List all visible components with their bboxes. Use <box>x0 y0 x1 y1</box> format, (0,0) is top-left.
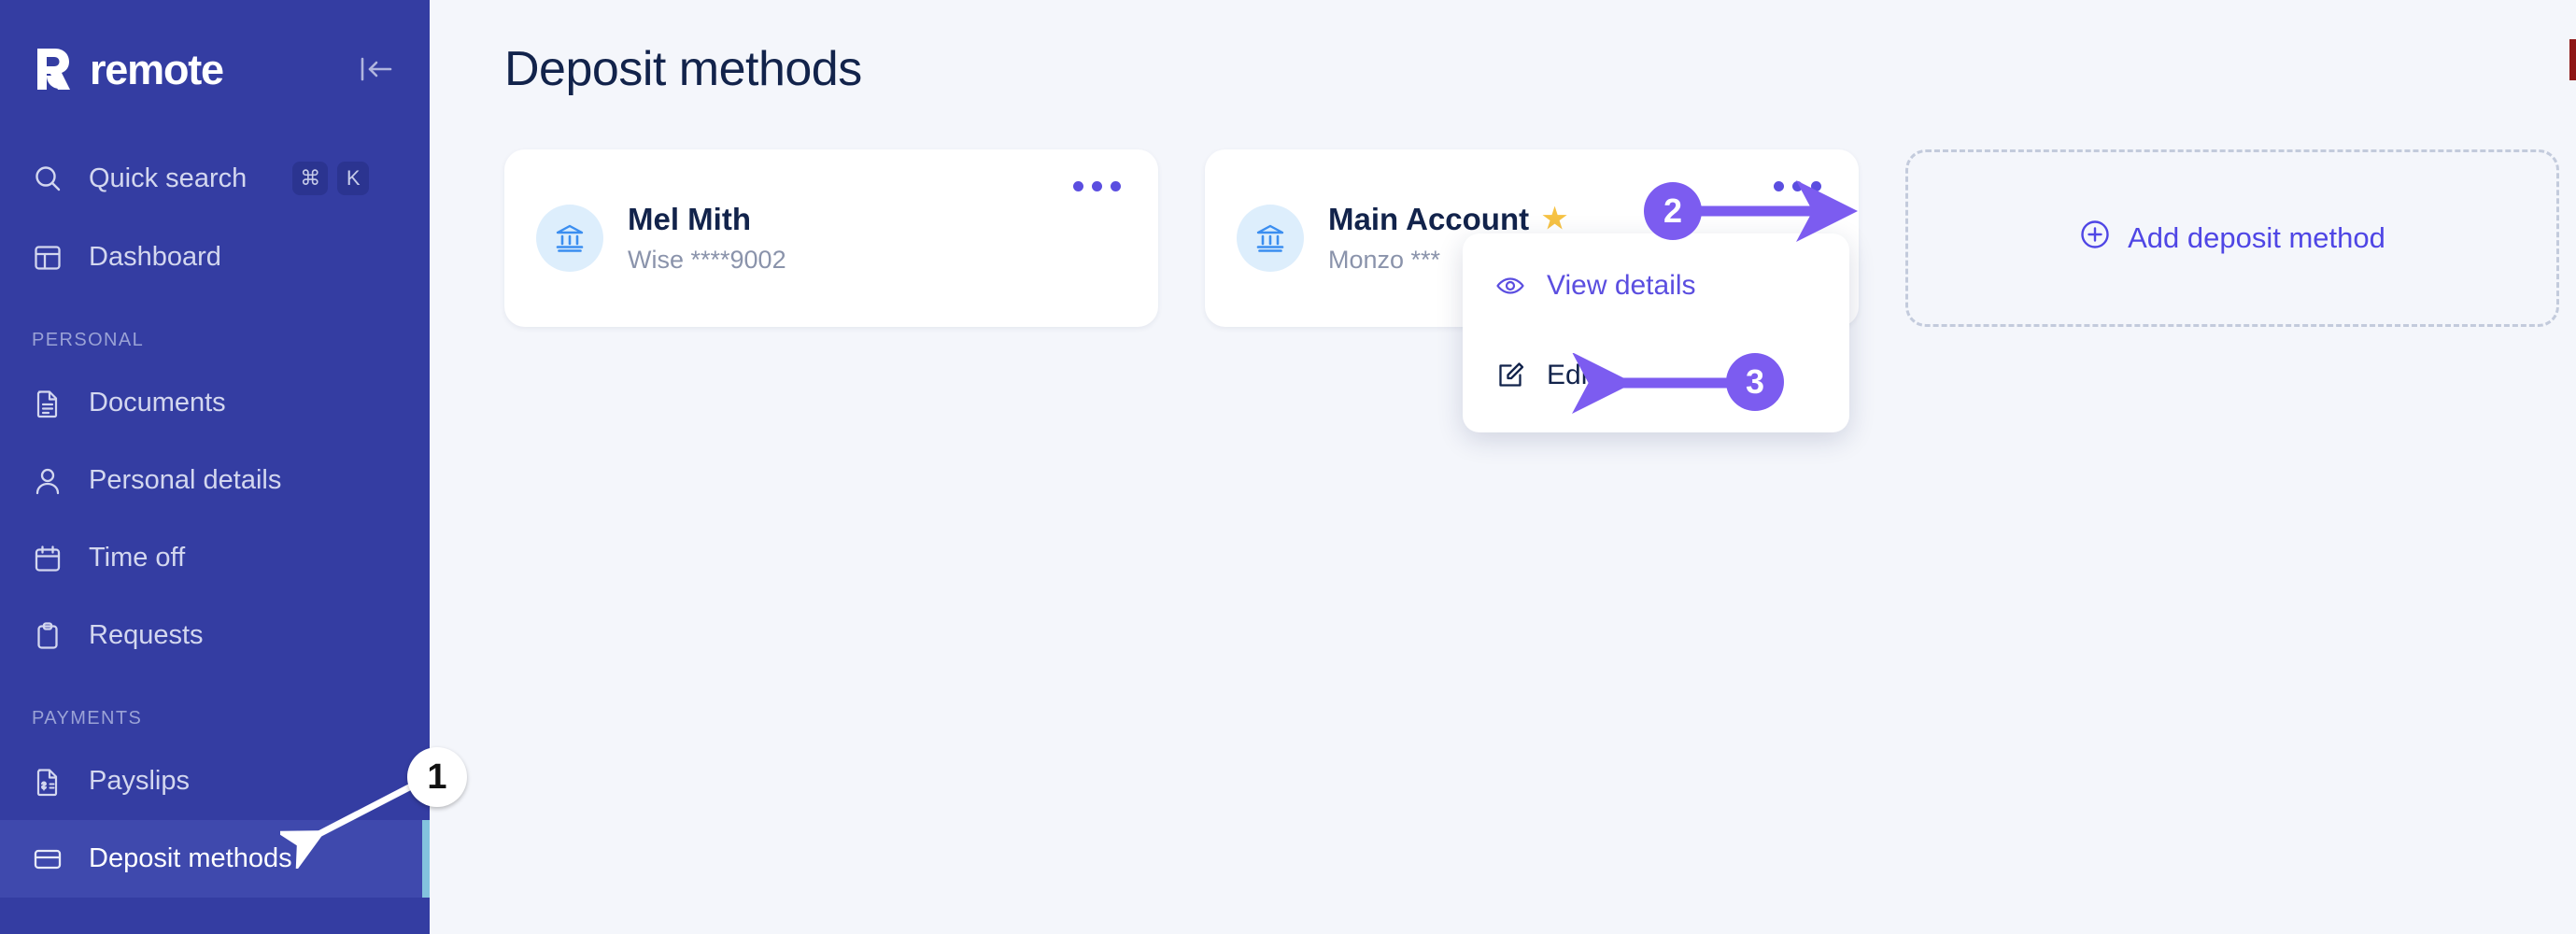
main-content: Deposit methods Mel Mith Wise ****9002 M… <box>430 0 2576 934</box>
payslip-dollar-doc-icon <box>32 766 64 798</box>
key-k: K <box>337 162 370 195</box>
deposit-method-name-text: Mel Mith <box>628 202 751 236</box>
sidebar-item-label: Dashboard <box>89 242 221 272</box>
quick-search-label: Quick search <box>89 163 248 193</box>
sidebar-item-time-off[interactable]: Time off <box>0 519 430 597</box>
deposit-method-subtitle: Wise ****9002 <box>628 246 786 274</box>
more-options-icon <box>1792 181 1803 191</box>
add-deposit-method-button[interactable]: Add deposit method <box>1905 149 2559 327</box>
star-icon: ★ <box>1542 204 1568 234</box>
sidebar-item-label: Time off <box>89 543 186 573</box>
add-deposit-method-label: Add deposit method <box>2128 221 2385 254</box>
dashboard-layout-icon <box>32 242 64 274</box>
bank-icon <box>1237 205 1304 272</box>
app-root: remote Quick search ⌘ K Dashboard PERSON… <box>0 0 2576 934</box>
sidebar: remote Quick search ⌘ K Dashboard PERSON… <box>0 0 430 934</box>
card-options-dropdown: View details Edit <box>1463 234 1849 432</box>
brand[interactable]: remote <box>32 45 224 93</box>
deposit-method-info: Mel Mith Wise ****9002 <box>628 202 786 275</box>
menu-item-label: Edit <box>1547 360 1595 390</box>
card-kebab-main-account[interactable] <box>1768 176 1827 197</box>
sidebar-section-payments: PAYMENTS <box>32 708 143 729</box>
sidebar-item-dashboard[interactable]: Dashboard <box>0 219 430 296</box>
menu-item-label: View details <box>1547 270 1696 301</box>
menu-item-edit[interactable]: Edit <box>1463 351 1849 400</box>
document-icon <box>32 388 64 419</box>
brand-name: remote <box>90 45 224 93</box>
sidebar-item-label: Payslips <box>89 766 190 796</box>
bank-icon <box>536 205 603 272</box>
page-title: Deposit methods <box>504 42 862 96</box>
deposit-method-name: Mel Mith <box>628 202 786 237</box>
clipboard-icon <box>32 620 64 652</box>
deposit-method-card[interactable]: Mel Mith Wise ****9002 <box>504 149 1158 327</box>
search-icon <box>32 163 64 194</box>
sidebar-item-label: Documents <box>89 388 226 417</box>
sidebar-section-personal: PERSONAL <box>32 330 145 350</box>
credit-card-icon <box>32 843 64 875</box>
sidebar-item-requests[interactable]: Requests <box>0 597 430 674</box>
more-options-icon <box>1111 181 1121 191</box>
sidebar-item-deposit-methods[interactable]: Deposit methods <box>0 820 430 898</box>
user-icon <box>32 465 64 497</box>
more-options-icon <box>1811 181 1821 191</box>
sidebar-header: remote <box>0 0 430 138</box>
sidebar-item-label: Personal details <box>89 465 282 495</box>
calendar-icon <box>32 543 64 574</box>
sidebar-item-label: Requests <box>89 620 204 650</box>
remote-logo-icon <box>32 45 77 93</box>
quick-search-button[interactable]: Quick search ⌘ K <box>0 138 430 219</box>
eye-icon <box>1494 270 1526 302</box>
menu-item-view-details[interactable]: View details <box>1463 262 1849 310</box>
deposit-method-name-text: Main Account <box>1328 202 1530 236</box>
more-options-icon <box>1774 181 1784 191</box>
sidebar-item-documents[interactable]: Documents <box>0 364 430 442</box>
quick-search-shortcut: ⌘ K <box>292 162 370 195</box>
deposit-method-name: Main Account ★ <box>1328 202 1567 237</box>
sidebar-item-personal-details[interactable]: Personal details <box>0 442 430 519</box>
plus-circle-icon <box>2079 219 2111 258</box>
sidebar-item-payslips[interactable]: Payslips <box>0 743 430 820</box>
right-edge-marker <box>2569 39 2576 80</box>
key-command: ⌘ <box>292 162 329 195</box>
card-kebab-mel-mith[interactable] <box>1068 176 1126 197</box>
more-options-icon <box>1092 181 1102 191</box>
edit-pencil-icon <box>1494 360 1526 391</box>
collapse-panel-icon[interactable] <box>357 50 396 89</box>
more-options-icon <box>1073 181 1083 191</box>
sidebar-item-label: Deposit methods <box>89 843 292 873</box>
